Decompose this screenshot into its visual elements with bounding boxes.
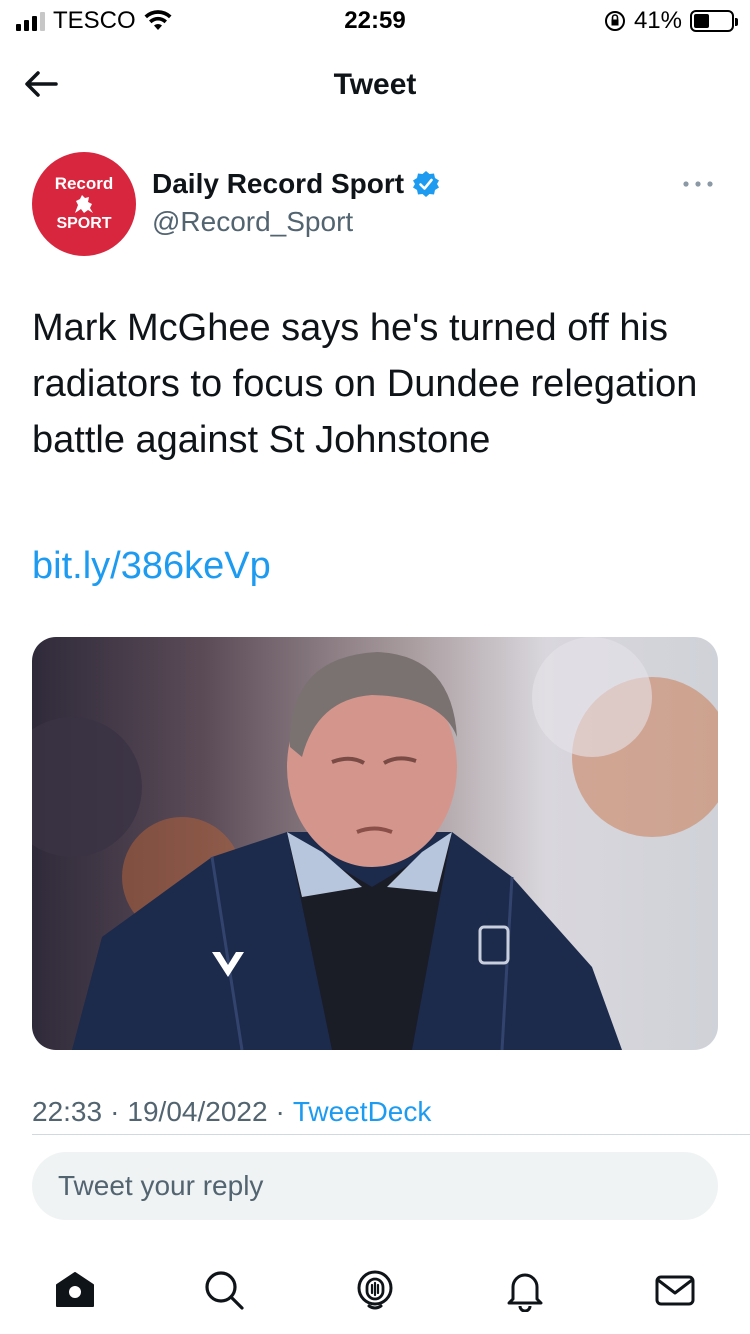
tab-spaces[interactable] <box>347 1262 403 1318</box>
divider <box>32 1134 750 1135</box>
more-options-button[interactable] <box>678 172 718 196</box>
search-icon <box>205 1271 244 1310</box>
tweet-link[interactable]: bit.ly/386keVp <box>32 536 271 596</box>
home-icon <box>56 1272 94 1307</box>
avatar-top-word: Record <box>54 174 114 193</box>
lion-crest-icon <box>75 195 93 213</box>
tab-bar <box>0 1250 750 1334</box>
tweet-meta: 22:33 · 19/04/2022 · TweetDeck <box>32 1096 431 1128</box>
nav-header: Tweet <box>0 48 750 124</box>
notifications-icon <box>507 1273 543 1312</box>
status-right: 41% <box>604 7 738 35</box>
tab-search[interactable] <box>196 1262 252 1318</box>
battery-icon <box>690 10 738 32</box>
photo-content <box>32 637 718 1050</box>
status-bar: TESCO 22:59 41% <box>0 0 750 40</box>
tweet-date: 19/04/2022 <box>127 1096 268 1127</box>
more-dots-icon <box>683 181 713 187</box>
tweet-text: Mark McGhee says he's turned off his rad… <box>32 307 698 461</box>
orientation-lock-icon <box>604 11 625 31</box>
avatar[interactable]: Record SPORT <box>32 152 136 256</box>
page-title: Tweet <box>333 68 417 101</box>
verified-badge-icon <box>413 171 440 197</box>
messages-icon <box>655 1275 695 1306</box>
tweet-photo[interactable] <box>32 637 718 1050</box>
author-handle[interactable]: @Record_Sport <box>152 206 353 238</box>
tweet-time: 22:33 <box>32 1096 103 1127</box>
tweet-screen: TESCO 22:59 41% Tweet Record SPORT Daily… <box>0 0 750 1334</box>
reply-input[interactable]: Tweet your reply <box>32 1152 718 1220</box>
battery-percent: 41% <box>633 7 682 34</box>
tab-messages[interactable] <box>647 1262 703 1318</box>
meta-separator: · <box>110 1096 120 1127</box>
reply-placeholder: Tweet your reply <box>58 1170 264 1201</box>
tab-notifications[interactable] <box>497 1262 553 1318</box>
meta-separator: · <box>275 1096 285 1127</box>
tweet-source-link[interactable]: TweetDeck <box>293 1096 432 1128</box>
avatar-bottom-word: SPORT <box>56 215 112 232</box>
tab-home[interactable] <box>47 1262 103 1318</box>
author-name[interactable]: Daily Record Sport <box>152 168 440 200</box>
spaces-icon <box>357 1270 393 1310</box>
author-name-text: Daily Record Sport <box>152 168 405 199</box>
